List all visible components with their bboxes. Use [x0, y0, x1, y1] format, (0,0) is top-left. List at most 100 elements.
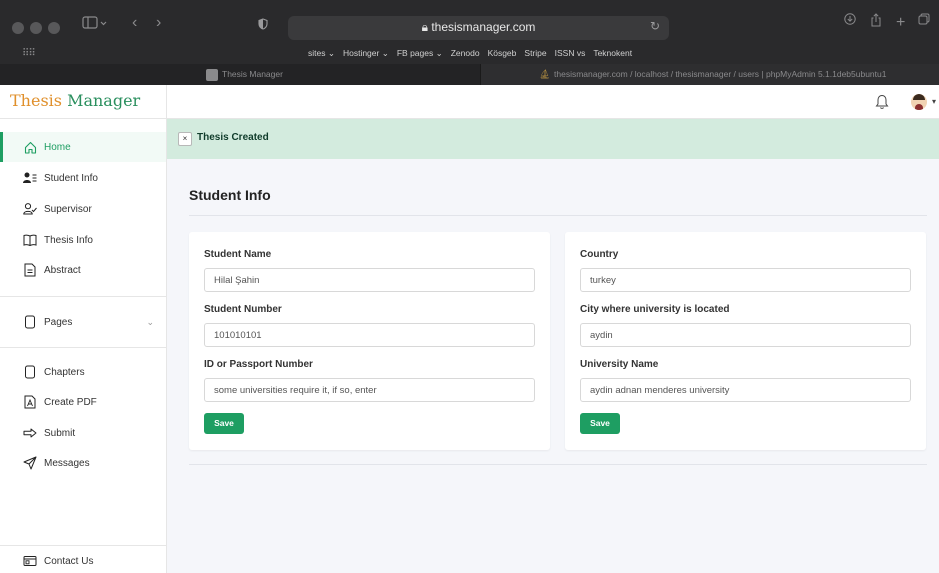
contact-card-icon: [23, 554, 37, 568]
sidebar-item-chapters[interactable]: Chapters: [0, 357, 166, 387]
sidebar-item-submit[interactable]: Submit: [0, 418, 166, 448]
id-passport-label: ID or Passport Number: [204, 359, 313, 370]
sidebar-item-create-pdf[interactable]: Create PDF: [0, 387, 166, 417]
sidebar-item-thesis-info[interactable]: Thesis Info: [0, 225, 166, 255]
favorites-list: sites ⌄ Hostinger ⌄ FB pages ⌄ Zenodo Kösgeb…: [308, 48, 640, 59]
sidebar: Home Student Info Supervisor Thesis Info…: [0, 119, 167, 573]
favorite-item[interactable]: Stripe: [524, 48, 546, 58]
favorites-bar: ⠿⠿ sites ⌄ Hostinger ⌄ FB pages ⌄ Zenodo Kös…: [0, 46, 939, 64]
book-icon: [23, 233, 37, 247]
university-name-input[interactable]: aydin adnan menderes university: [580, 378, 911, 402]
sidebar-item-label: Chapters: [44, 366, 85, 378]
city-label: City where university is located: [580, 304, 730, 315]
student-card: Student Name Hilal Şahin Student Number …: [189, 232, 550, 450]
privacy-shield-icon[interactable]: [258, 18, 268, 30]
tab-bar: Thesis Manager ⛵︎ thesismanager.com / loc…: [0, 64, 939, 85]
page-title: Student Info: [189, 187, 271, 203]
student-name-input[interactable]: Hilal Şahin: [204, 268, 535, 292]
app-header: Thesis Manager ▾: [0, 85, 939, 119]
alert-message: Thesis Created: [197, 132, 269, 143]
country-label: Country: [580, 249, 619, 260]
chapters-icon: [23, 365, 37, 379]
favorite-item[interactable]: FB pages ⌄: [397, 48, 443, 58]
sidebar-divider: [0, 347, 166, 348]
grid-icon[interactable]: ⠿⠿: [22, 48, 36, 59]
browser-tab-thesis-manager[interactable]: Thesis Manager: [0, 64, 480, 85]
country-input[interactable]: turkey: [580, 268, 911, 292]
sidebar-item-label: Messages: [44, 457, 90, 469]
arrow-right-icon: [23, 426, 37, 440]
sidebar-item-label: Home: [44, 141, 71, 153]
success-alert: × Thesis Created: [167, 119, 939, 159]
lock-icon: 🔒︎: [421, 20, 428, 34]
address-url: 🔒︎ thesismanager.com: [288, 20, 669, 35]
sidebar-item-student-info[interactable]: Student Info: [0, 163, 166, 193]
university-card: Country turkey City where university is …: [565, 232, 926, 450]
id-passport-input[interactable]: some universities require it, if so, ent…: [204, 378, 535, 402]
university-name-label: University Name: [580, 359, 659, 370]
brand-logo[interactable]: Thesis Manager: [10, 91, 140, 110]
sidebar-item-contact-us[interactable]: Contact Us: [0, 546, 166, 573]
browser-titlebar: ‹ › 🔒︎ thesismanager.com ↻ +: [0, 0, 939, 46]
window-close-button[interactable]: [12, 22, 24, 34]
sidebar-item-pages[interactable]: Pages ⌄: [0, 307, 166, 337]
back-icon[interactable]: ‹: [132, 13, 137, 33]
save-button[interactable]: Save: [580, 413, 620, 434]
sidebar-toggle-icon[interactable]: [82, 13, 108, 33]
chevron-down-icon[interactable]: ▾: [932, 97, 936, 106]
tab-overview-icon[interactable]: [918, 13, 930, 25]
sidebar-item-label: Submit: [44, 427, 76, 439]
document-icon: [23, 263, 37, 277]
brand-part-2: Manager: [61, 91, 141, 110]
city-input[interactable]: aydin: [580, 323, 911, 347]
sidebar-item-abstract[interactable]: Abstract: [0, 255, 166, 285]
reload-icon[interactable]: ↻: [650, 19, 660, 33]
tab-label: thesismanager.com / localhost / thesisma…: [554, 69, 887, 79]
title-divider: [189, 215, 927, 216]
sidebar-item-label: Pages: [44, 316, 73, 328]
sidebar-item-label: Thesis Info: [44, 234, 93, 246]
student-name-label: Student Name: [204, 249, 272, 260]
supervisor-icon: [23, 202, 37, 216]
favorite-item[interactable]: Hostinger ⌄: [343, 48, 389, 58]
pages-icon: [23, 315, 37, 329]
tab-label: Thesis Manager: [222, 69, 283, 79]
sidebar-item-supervisor[interactable]: Supervisor: [0, 194, 166, 224]
avatar[interactable]: [911, 94, 927, 110]
student-number-input[interactable]: 101010101: [204, 323, 535, 347]
brand-part-1: Thesis: [10, 91, 62, 110]
thesis-manager-favicon: [206, 68, 218, 81]
window-zoom-button[interactable]: [48, 22, 60, 34]
sidebar-item-label: Abstract: [44, 264, 81, 276]
favorite-item[interactable]: Zenodo: [451, 48, 480, 58]
pdf-icon: [23, 395, 37, 409]
sidebar-item-label: Supervisor: [44, 203, 92, 215]
favorite-item[interactable]: sites ⌄: [308, 48, 335, 58]
home-icon: [23, 140, 37, 154]
share-icon[interactable]: [870, 13, 882, 27]
url-text: thesismanager.com: [431, 20, 536, 34]
sidebar-item-home[interactable]: Home: [0, 132, 166, 162]
new-tab-icon[interactable]: +: [896, 13, 905, 33]
bell-icon[interactable]: [875, 94, 889, 110]
address-bar[interactable]: 🔒︎ thesismanager.com: [288, 16, 669, 40]
save-button[interactable]: Save: [204, 413, 244, 434]
student-icon: [23, 171, 37, 185]
sidebar-item-messages[interactable]: Messages: [0, 448, 166, 478]
sidebar-item-label: Contact Us: [44, 555, 94, 567]
chevron-down-icon: ⌄: [146, 316, 154, 327]
window-minimize-button[interactable]: [30, 22, 42, 34]
student-number-label: Student Number: [204, 304, 282, 315]
download-icon[interactable]: [844, 13, 856, 25]
send-icon: [23, 456, 37, 470]
favorite-item[interactable]: Kösgeb: [488, 48, 517, 58]
favorite-item[interactable]: ISSN vs: [555, 48, 586, 58]
favorite-item[interactable]: Teknokent: [593, 48, 632, 58]
sidebar-divider: [0, 296, 166, 297]
header-divider: [166, 85, 167, 119]
browser-tab-phpmyadmin[interactable]: ⛵︎ thesismanager.com / localhost / thesis…: [480, 64, 939, 85]
forward-icon[interactable]: ›: [156, 13, 161, 33]
browser-chrome: ‹ › 🔒︎ thesismanager.com ↻ + ⠿⠿ sites ⌄ H…: [0, 0, 939, 85]
close-icon[interactable]: ×: [178, 132, 192, 146]
sidebar-item-label: Create PDF: [44, 396, 97, 408]
